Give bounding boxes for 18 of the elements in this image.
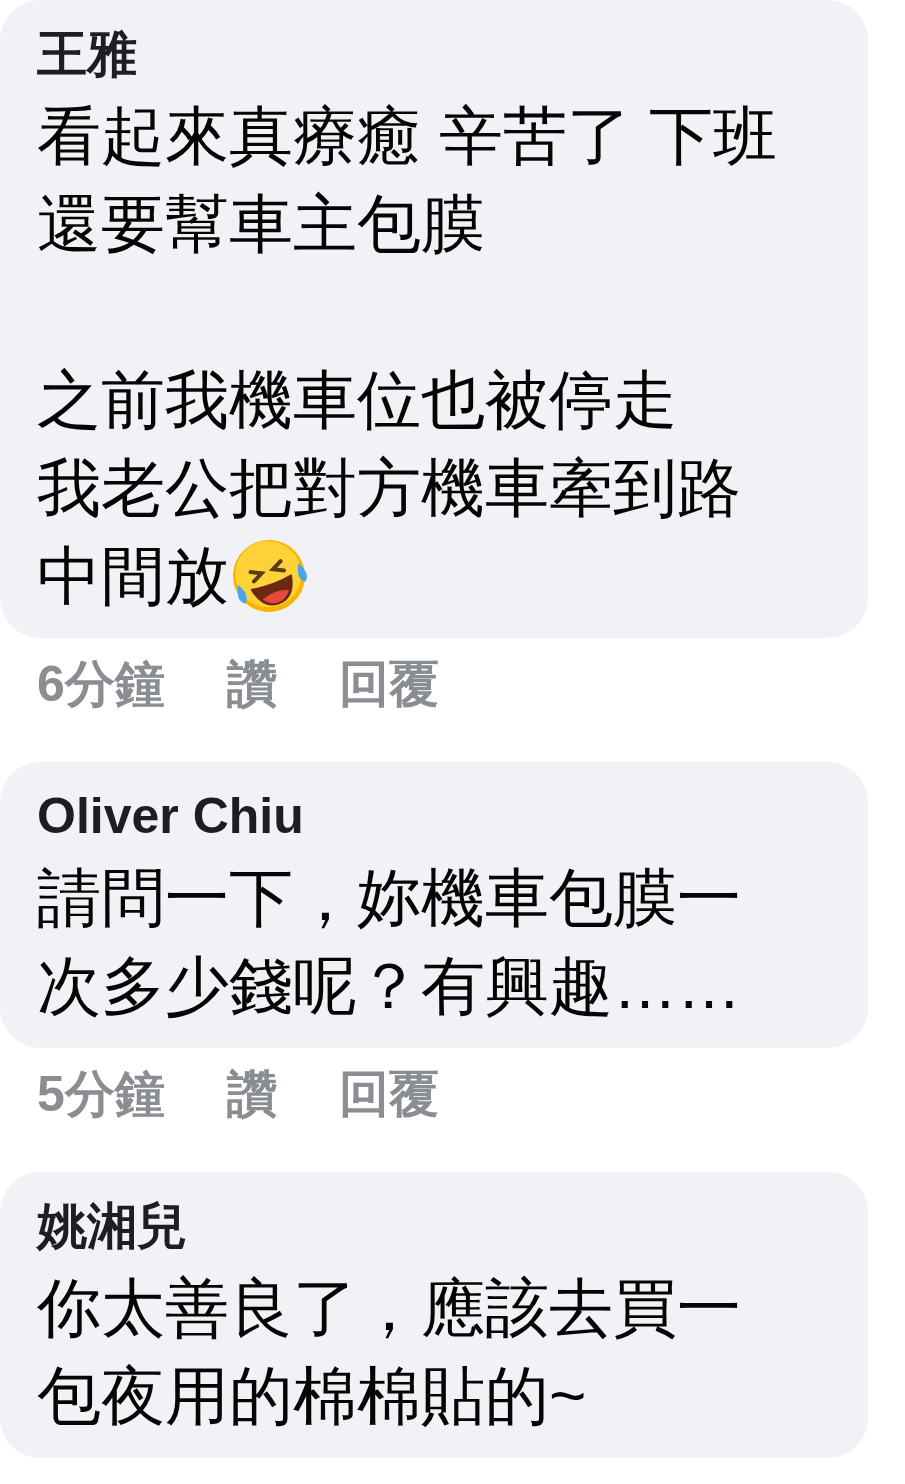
comment-time: 5分鐘 [37, 1064, 165, 1124]
comment-text: 次多少錢呢？有興趣…… [37, 949, 741, 1024]
comment-action-link[interactable]: 回覆 [338, 1056, 439, 1132]
comment-action-link[interactable]: 回覆 [338, 646, 439, 722]
comment-text: 還要幫車主包膜 [37, 187, 485, 262]
comment-text: 看起來真療癒 辛苦了 下班 [37, 99, 777, 174]
author-name[interactable]: 姚湘兒 [37, 1194, 187, 1258]
author-name[interactable]: Oliver Chiu [37, 784, 304, 848]
comment-text: 包夜用的棉棉貼的~ [37, 1359, 587, 1434]
comment-text: 我老公把對方機車牽到路 [37, 451, 741, 526]
comment-text: 中間放 [37, 539, 229, 614]
comment-text: 你太善良了，應該去買一 [37, 1271, 741, 1346]
comment-text: 之前我機車位也被停走 [37, 363, 677, 438]
comment-time: 6分鐘 [37, 654, 165, 714]
author-name[interactable]: 王雅 [37, 22, 137, 86]
comment-text: 請問一下，妳機車包膜一 [37, 861, 741, 936]
comment-action-link[interactable]: 讚 [226, 646, 277, 722]
comment-action-link[interactable]: 讚 [226, 1056, 277, 1132]
